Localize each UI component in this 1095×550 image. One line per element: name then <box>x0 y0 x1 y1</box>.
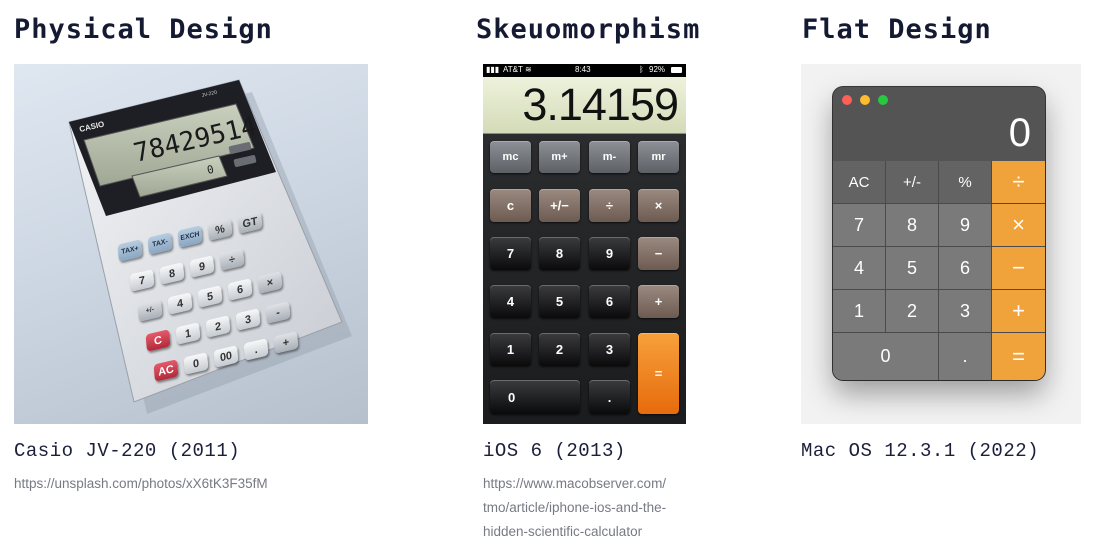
mac-display-value: 0 <box>1008 111 1031 155</box>
key-mc[interactable]: mc <box>490 141 531 173</box>
source-link-line[interactable]: tmo/article/iphone-ios-and-the- <box>483 496 666 520</box>
key-7[interactable]: 7 <box>490 237 531 270</box>
caption-physical: Casio JV-220 (2011) <box>14 440 241 462</box>
wifi-icon: ≋ <box>525 65 532 74</box>
caption-skeuomorphism: iOS 6 (2013) <box>483 440 626 462</box>
key-equals[interactable]: = <box>992 333 1045 380</box>
key-mr[interactable]: mr <box>638 141 679 173</box>
key-9[interactable]: 9 <box>589 237 630 270</box>
key-percent[interactable]: % <box>939 161 992 204</box>
key-plus-minus[interactable]: +/− <box>539 189 580 222</box>
battery-icon <box>671 67 682 73</box>
key-minus[interactable]: − <box>992 247 1045 290</box>
key-m-minus[interactable]: m- <box>589 141 630 173</box>
carrier-label: AT&T <box>503 65 523 74</box>
key-clear[interactable]: c <box>490 189 531 222</box>
casio-calculator-photo: 78429514 CASIO JV-220 0 TAX+ TAX- EXCH% GT 7… <box>14 64 368 424</box>
key-8[interactable]: 8 <box>539 237 580 270</box>
key-decimal[interactable]: . <box>939 333 992 380</box>
key-6[interactable]: 6 <box>589 285 630 318</box>
key-5[interactable]: 5 <box>886 247 939 290</box>
key-2[interactable]: 2 <box>886 290 939 333</box>
key-all-clear[interactable]: AC <box>833 161 886 204</box>
key-divide[interactable]: ÷ <box>589 189 630 222</box>
key-4[interactable]: 4 <box>833 247 886 290</box>
close-window-icon[interactable] <box>842 95 852 105</box>
mac-calculator-window: 0 AC +/- % ÷ 7 8 9 × 4 5 6 − 1 2 3 + 0 .… <box>833 87 1045 380</box>
source-skeuomorphism: https://www.macobserver.com/ tmo/article… <box>483 472 666 544</box>
ios-keypad: mc m+ m- mr c +/− ÷ × 7 8 9 − 4 5 6 + 1 … <box>483 134 686 424</box>
source-link-line[interactable]: hidden-scientific-calculator <box>483 520 666 544</box>
source-link-line[interactable]: https://www.macobserver.com/ <box>483 472 666 496</box>
key-1[interactable]: 1 <box>490 333 531 366</box>
key-5[interactable]: 5 <box>539 285 580 318</box>
key-6[interactable]: 6 <box>939 247 992 290</box>
heading-physical-design: Physical Design <box>14 14 273 45</box>
key-equals[interactable]: = <box>638 333 679 414</box>
key-0[interactable]: 0 <box>833 333 939 380</box>
bluetooth-icon: ᛒ <box>639 65 644 74</box>
key-3[interactable]: 3 <box>589 333 630 366</box>
clock-label: 8:43 <box>575 65 591 74</box>
key-multiply[interactable]: × <box>992 204 1045 247</box>
key-minus[interactable]: − <box>638 237 679 270</box>
key-4[interactable]: 4 <box>490 285 531 318</box>
key-plus-minus[interactable]: +/- <box>886 161 939 204</box>
key-multiply[interactable]: × <box>638 189 679 222</box>
source-physical: https://unsplash.com/photos/xX6tK3F35fM <box>14 472 268 496</box>
key-plus[interactable]: + <box>638 285 679 318</box>
key-1[interactable]: 1 <box>833 290 886 333</box>
signal-icon: ▮▮▮ <box>486 65 500 74</box>
key-8[interactable]: 8 <box>886 204 939 247</box>
key-divide[interactable]: ÷ <box>992 161 1045 204</box>
ios-status-bar: ▮▮▮ AT&T ≋ 8:43 ᛒ 92% <box>483 64 686 77</box>
zoom-window-icon[interactable] <box>878 95 888 105</box>
battery-label: 92% <box>649 65 666 74</box>
ios-display: 3.14159 <box>483 77 686 134</box>
caption-flat: Mac OS 12.3.1 (2022) <box>801 440 1040 462</box>
key-plus[interactable]: + <box>992 290 1045 333</box>
source-link-line[interactable]: https://unsplash.com/photos/xX6tK3F35fM <box>14 472 268 496</box>
key-3[interactable]: 3 <box>939 290 992 333</box>
key-9[interactable]: 9 <box>939 204 992 247</box>
key-7[interactable]: 7 <box>833 204 886 247</box>
ios6-calculator-screenshot: ▮▮▮ AT&T ≋ 8:43 ᛒ 92% 3.14159 mc m+ m- m… <box>483 64 686 424</box>
key-decimal[interactable]: . <box>589 380 630 414</box>
key-0[interactable]: 0 <box>490 380 580 414</box>
heading-flat-design: Flat Design <box>802 14 992 45</box>
key-m-plus[interactable]: m+ <box>539 141 580 173</box>
heading-skeuomorphism: Skeuomorphism <box>476 14 701 45</box>
minimize-window-icon[interactable] <box>860 95 870 105</box>
ios-display-value: 3.14159 <box>522 79 679 130</box>
key-2[interactable]: 2 <box>539 333 580 366</box>
